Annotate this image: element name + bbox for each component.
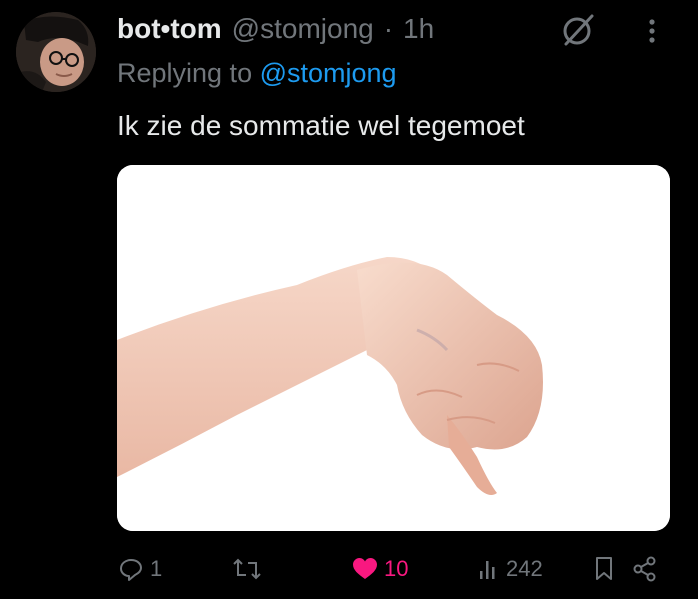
grok-icon[interactable] bbox=[560, 12, 596, 48]
tweet-actions: 1 10 242 bbox=[0, 552, 698, 586]
timestamp[interactable]: 1h bbox=[403, 13, 434, 45]
more-icon[interactable] bbox=[640, 16, 664, 46]
reply-count: 1 bbox=[150, 556, 163, 581]
reply-prefix: Replying to bbox=[117, 58, 253, 88]
reply-button[interactable]: 1 bbox=[118, 552, 162, 586]
separator-dot: · bbox=[383, 13, 394, 44]
share-icon bbox=[632, 556, 658, 582]
views-button[interactable]: 242 bbox=[478, 552, 543, 586]
avatar[interactable] bbox=[16, 12, 96, 92]
reply-icon bbox=[118, 556, 144, 582]
display-name[interactable]: bot•tom bbox=[117, 13, 222, 45]
views-count: 242 bbox=[506, 556, 543, 581]
like-button[interactable]: 10 bbox=[352, 552, 408, 586]
share-button[interactable] bbox=[632, 552, 658, 586]
repost-icon bbox=[232, 556, 262, 582]
author-handle[interactable]: @stomjong bbox=[232, 13, 374, 45]
like-count: 10 bbox=[384, 556, 409, 581]
replying-to: Replying to @stomjong bbox=[117, 58, 397, 89]
repost-button[interactable] bbox=[232, 552, 262, 586]
tweet-media-image[interactable] bbox=[117, 165, 670, 531]
tweet-text: Ik zie de sommatie wel tegemoet bbox=[117, 110, 525, 141]
heart-icon bbox=[352, 557, 378, 581]
bookmark-icon bbox=[594, 556, 614, 582]
reply-to-handle[interactable]: @stomjong bbox=[260, 58, 397, 88]
views-icon bbox=[478, 557, 500, 581]
bookmark-button[interactable] bbox=[594, 552, 614, 586]
tweet-header: bot•tom @stomjong · 1h bbox=[117, 12, 434, 46]
